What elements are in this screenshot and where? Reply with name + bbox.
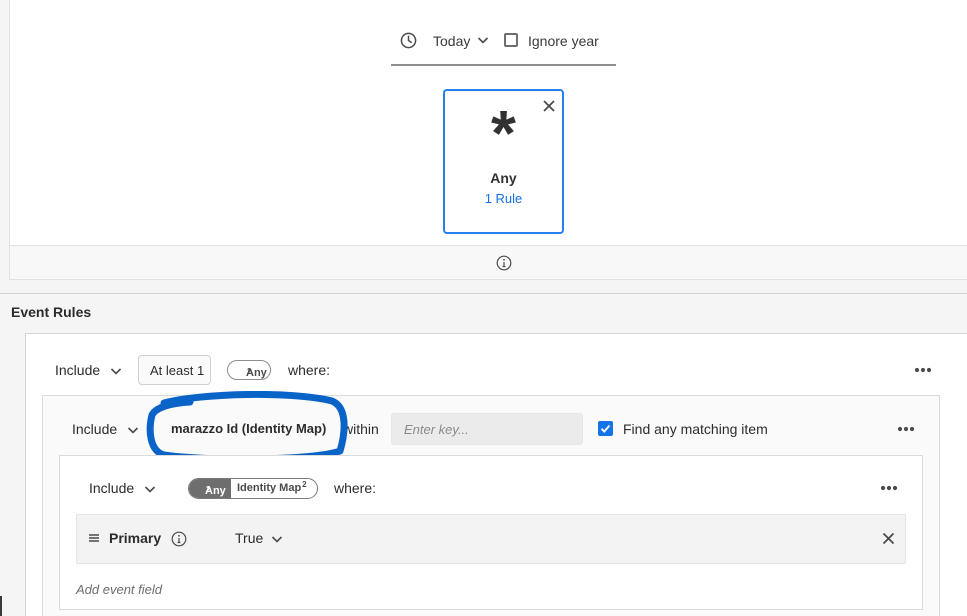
date-range-select[interactable]: Today [433,33,470,49]
chevron-down-icon[interactable] [477,35,489,45]
ignore-year-checkbox[interactable] [504,33,518,47]
annotation-circle [146,391,348,463]
checkmark-icon [600,424,611,433]
add-event-field-link[interactable]: Add event field [76,582,162,597]
find-any-label[interactable]: Find any matching item [623,421,768,437]
section-divider [0,293,967,294]
chevron-down-icon[interactable] [144,484,156,494]
chevron-down-icon[interactable] [271,534,283,544]
drag-handle-icon[interactable] [88,533,100,543]
count-button[interactable]: At least 1 [138,355,211,385]
identity-map-label: Identity Map [237,482,302,494]
identity-map-segment[interactable]: Identity Map2 [237,480,307,494]
condition-row [76,514,906,564]
condition-field-label: Primary [109,530,162,546]
date-filter-bar: Today Ignore year [391,22,616,66]
canvas-area: Today Ignore year * Any 1 Rule [10,0,967,246]
clock-icon [400,32,417,49]
info-icon[interactable] [171,531,187,547]
any-pill[interactable]: Any 2 [227,360,271,380]
ignore-year-label[interactable]: Ignore year [528,33,599,49]
find-any-checkbox[interactable] [598,421,613,436]
audience-canvas-panel: Today Ignore year * Any 1 Rule [9,0,967,280]
where-label: where: [288,362,331,378]
more-options-icon[interactable] [897,426,915,432]
any-identity-map-pill[interactable]: Any 2 Identity Map2 [188,478,318,499]
any-rule-card[interactable]: * Any 1 Rule [443,89,564,234]
more-options-icon[interactable] [880,485,898,491]
include-select[interactable]: Include [72,421,117,437]
chevron-down-icon[interactable] [110,366,122,376]
chevron-down-icon[interactable] [127,425,139,435]
condition-value-select[interactable]: True [235,530,263,546]
any-segment[interactable]: Any 2 [189,479,231,498]
include-select[interactable]: Include [89,480,134,496]
card-title: Any [490,170,517,186]
key-input[interactable] [391,413,583,445]
window-edge [0,596,2,616]
card-rule-count[interactable]: 1 Rule [445,191,562,206]
any-count: 2 [247,367,252,376]
where-label: where: [334,480,377,496]
close-icon[interactable] [882,532,895,545]
more-options-icon[interactable] [914,367,932,373]
info-icon[interactable] [496,255,512,271]
section-title: Event Rules [11,304,92,320]
identity-map-count: 2 [302,480,307,489]
asterisk-icon: * [491,97,516,169]
include-select[interactable]: Include [55,362,100,378]
any-count: 2 [206,485,211,494]
count-label: At least 1 [150,363,205,378]
within-label: within [343,421,379,437]
